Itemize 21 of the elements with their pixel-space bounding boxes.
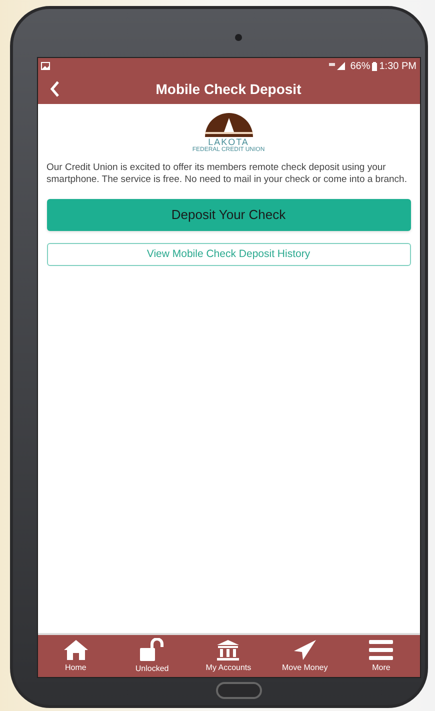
camera-icon bbox=[235, 34, 242, 41]
paper-plane-icon bbox=[292, 639, 317, 661]
bank-icon bbox=[216, 639, 240, 661]
battery-percent: 66% bbox=[350, 60, 370, 74]
home-hardware-button[interactable] bbox=[216, 682, 262, 699]
deposit-check-button[interactable]: Deposit Your Check bbox=[46, 199, 410, 231]
nav-tab-label[interactable]: Unlocked bbox=[135, 664, 169, 674]
page-title: Mobile Check Deposit bbox=[156, 80, 302, 99]
open-padlock-icon bbox=[139, 638, 166, 662]
back-icon[interactable] bbox=[50, 81, 60, 97]
image-icon bbox=[40, 62, 50, 70]
battery-icon bbox=[372, 62, 378, 70]
nav-tab-label[interactable]: Move Money bbox=[282, 663, 328, 673]
nav-tab-label[interactable]: My Accounts bbox=[206, 663, 252, 673]
house-icon bbox=[62, 639, 89, 661]
clock-time: 1:30 PM bbox=[379, 60, 416, 74]
menu-icon bbox=[368, 639, 394, 661]
nav-tab-label[interactable]: More bbox=[372, 663, 390, 673]
nav-tab-label[interactable]: Home bbox=[65, 663, 86, 673]
signal-icon bbox=[329, 62, 348, 70]
intro-text: Our Credit Union is excited to offer its members remote check deposit using your smartphone. The service is free. No need to mail in your check or come into a branch. bbox=[46, 162, 408, 186]
